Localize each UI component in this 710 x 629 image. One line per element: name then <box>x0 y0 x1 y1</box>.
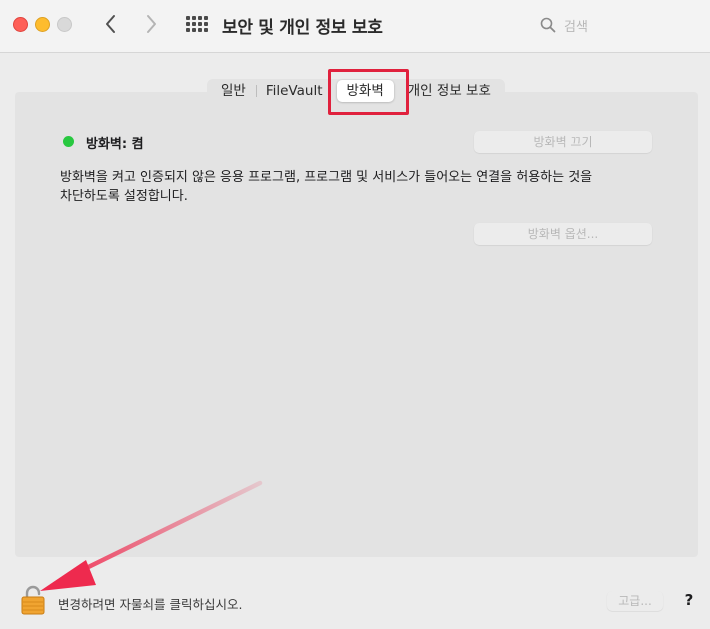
window-title: 보안 및 개인 정보 보호 <box>222 18 383 38</box>
zoom-window-button[interactable] <box>57 17 72 32</box>
firewall-description: 방화벽을 켜고 인증되지 않은 응용 프로그램, 프로그램 및 서비스가 들어오… <box>60 168 620 206</box>
tab-privacy[interactable]: 개인 정보 보호 <box>398 80 501 102</box>
description-line-2: 차단하도록 설정합니다. <box>60 189 188 204</box>
firewall-status-label: 방화벽: 켬 <box>86 137 144 152</box>
show-all-grid-icon[interactable] <box>186 16 208 32</box>
turn-off-firewall-button[interactable]: 방화벽 끄기 <box>474 131 652 153</box>
content-panel <box>15 92 698 557</box>
help-button[interactable]: ? <box>679 590 699 610</box>
chevron-left-icon <box>106 15 115 33</box>
back-button[interactable] <box>98 11 124 37</box>
title-bar: 보안 및 개인 정보 보호 검색 <box>0 0 710 53</box>
search-placeholder: 검색 <box>564 19 588 35</box>
chevron-right-icon <box>147 15 156 33</box>
search-icon <box>540 17 556 33</box>
lock-button[interactable] <box>20 585 46 615</box>
firewall-status-indicator <box>63 136 74 147</box>
search-field[interactable]: 검색 <box>540 13 588 37</box>
tab-filevault[interactable]: FileVault <box>256 80 333 102</box>
padlock-open-icon <box>21 585 45 615</box>
minimize-window-button[interactable] <box>35 17 50 32</box>
tab-general[interactable]: 일반 <box>211 80 257 102</box>
description-line-1: 방화벽을 켜고 인증되지 않은 응용 프로그램, 프로그램 및 서비스가 들어오… <box>60 170 593 185</box>
system-preferences-window: 보안 및 개인 정보 보호 검색 일반 FileVault 방화벽 개인 정보 … <box>0 0 710 629</box>
firewall-options-button[interactable]: 방화벽 옵션... <box>474 223 652 245</box>
close-window-button[interactable] <box>13 17 28 32</box>
advanced-button[interactable]: 고급... <box>607 591 663 611</box>
firewall-tab-highlight-box <box>328 69 409 115</box>
lock-instruction-text: 변경하려면 자물쇠를 클릭하십시오. <box>58 597 243 612</box>
forward-button[interactable] <box>138 11 164 37</box>
